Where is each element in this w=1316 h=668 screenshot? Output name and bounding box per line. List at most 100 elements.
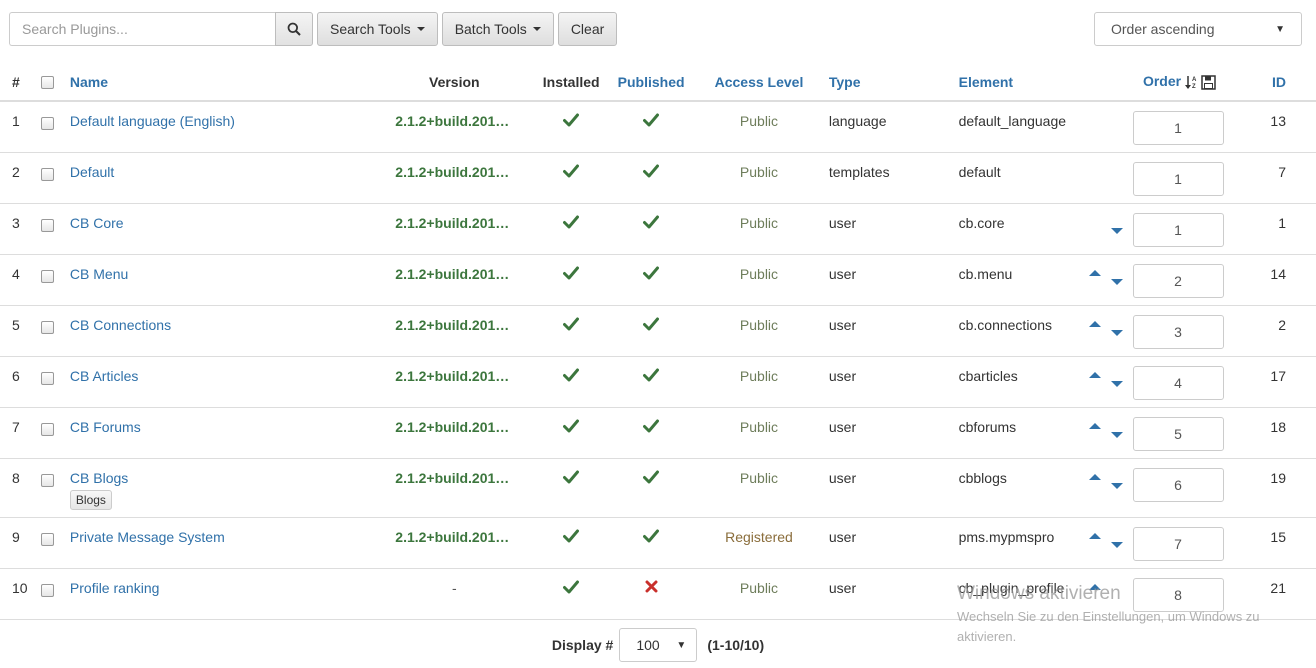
table-row: 9 Private Message System 2.1.2+build.2017.… [0,517,1316,569]
header-access-level[interactable]: Access Level [689,63,829,102]
row-checkbox[interactable] [40,167,54,181]
batch-tools-button[interactable]: Batch Tools [441,12,554,46]
unpublished-cross-icon[interactable] [645,580,658,596]
move-down-icon[interactable] [1110,482,1123,489]
order-input[interactable] [1132,314,1224,349]
dropdown-arrow-icon: ▼ [676,639,687,651]
clear-button[interactable]: Clear [557,12,618,46]
move-down-icon[interactable] [1110,278,1123,285]
search-button[interactable] [275,12,313,46]
search-tools-button[interactable]: Search Tools [317,12,438,46]
published-check-icon[interactable] [643,368,660,385]
move-up-icon[interactable] [1088,371,1101,378]
order-input[interactable] [1132,365,1224,400]
plugin-name-link[interactable]: CB Blogs [70,470,128,486]
row-cell-access: Public [689,568,829,620]
move-up-icon[interactable] [1088,473,1101,480]
move-up-icon[interactable] [1088,320,1101,327]
row-number: 5 [0,305,36,357]
published-check-icon[interactable] [643,266,660,283]
row-checkbox[interactable] [40,269,54,283]
row-checkbox[interactable] [40,117,54,130]
plugin-name-link[interactable]: Profile ranking [70,580,160,596]
published-check-icon[interactable] [643,317,660,334]
header-published[interactable]: Published [613,63,690,102]
row-cell-name: CB Menu [69,254,380,306]
move-down-icon[interactable] [1110,329,1123,336]
plugin-name-link[interactable]: CB Connections [70,317,171,333]
row-cell-order [1088,101,1271,153]
limit-select[interactable]: 100 ▼ [619,628,698,662]
row-cell-installed [529,254,614,306]
plugin-id: 1 [1270,203,1316,255]
row-checkbox[interactable] [40,422,54,436]
move-down-icon[interactable] [1110,227,1123,234]
row-cell-published [613,568,690,620]
plugin-name-link[interactable]: CB Core [70,215,124,231]
installed-check-icon [563,266,580,283]
svg-text:A: A [1192,77,1197,83]
row-checkbox[interactable] [40,218,54,232]
order-input[interactable] [1132,111,1224,145]
order-input[interactable] [1132,467,1224,502]
order-input[interactable] [1132,212,1224,247]
move-up-icon[interactable] [1088,422,1101,429]
plugin-name-link[interactable]: Private Message System [70,529,225,545]
pagination-footer: Display # 100 ▼ (1-10/10) [0,628,1316,662]
header-id[interactable]: ID [1270,63,1316,102]
published-check-icon[interactable] [643,419,660,436]
row-cell-element: cb.core [958,203,1089,255]
order-input[interactable] [1132,416,1224,451]
move-up-icon[interactable] [1088,583,1101,590]
row-cell-name: CB Connections [69,305,380,357]
plugin-name-link[interactable]: CB Menu [70,266,128,282]
save-order-icon[interactable] [1201,74,1216,90]
move-up-icon[interactable] [1088,269,1101,276]
table-row: 5 CB Connections 2.1.2+build.2017.04.10 Pub… [0,305,1316,357]
published-check-icon[interactable] [643,113,660,130]
table-header-row: # Name Version Installed Published Acces… [0,63,1316,102]
row-cell-version: 2.1.2+build.2017.04.10 [379,356,530,408]
plugin-name-link[interactable]: Default language (English) [70,113,235,129]
published-check-icon[interactable] [643,470,660,487]
installed-check-icon [563,215,580,232]
order-input[interactable] [1132,577,1224,612]
order-arrows [1088,578,1133,608]
plugin-name-link[interactable]: CB Forums [70,419,141,435]
order-input[interactable] [1132,263,1224,298]
move-down-icon[interactable] [1110,431,1123,438]
installed-check-icon [563,368,580,385]
plugin-id: 7 [1270,152,1316,204]
search-tools-label: Search Tools [330,21,411,37]
plugin-type: user [828,407,959,459]
order-input[interactable] [1132,526,1224,561]
plugin-name-link[interactable]: Default [70,164,114,180]
published-check-icon[interactable] [643,529,660,546]
plugin-tag[interactable]: Blogs [69,489,112,510]
ordering-select[interactable]: Order ascending ▼ [1094,12,1302,46]
header-order[interactable]: Order AZ [1088,63,1271,102]
move-up-icon[interactable] [1088,532,1101,539]
row-checkbox[interactable] [40,320,54,334]
header-type[interactable]: Type [828,63,959,102]
header-order-label: Order [1142,72,1182,89]
row-checkbox[interactable] [40,532,54,546]
row-checkbox[interactable] [40,371,54,385]
check-all-checkbox[interactable] [40,76,54,90]
move-down-icon[interactable] [1110,541,1123,548]
row-cell-order [1088,305,1271,357]
row-checkbox[interactable] [40,473,54,487]
header-name[interactable]: Name [69,63,380,102]
move-down-icon[interactable] [1110,380,1123,387]
published-check-icon[interactable] [643,215,660,232]
search-input[interactable] [9,12,275,46]
row-checkbox[interactable] [40,583,54,597]
plugin-element: cb.core [958,214,1005,231]
installed-check-icon [563,419,580,436]
row-cell-checkbox [35,305,70,357]
plugin-name-link[interactable]: CB Articles [70,368,138,384]
order-input[interactable] [1132,161,1224,196]
published-check-icon[interactable] [643,164,660,181]
header-element[interactable]: Element [958,63,1089,102]
row-cell-installed [529,356,614,408]
